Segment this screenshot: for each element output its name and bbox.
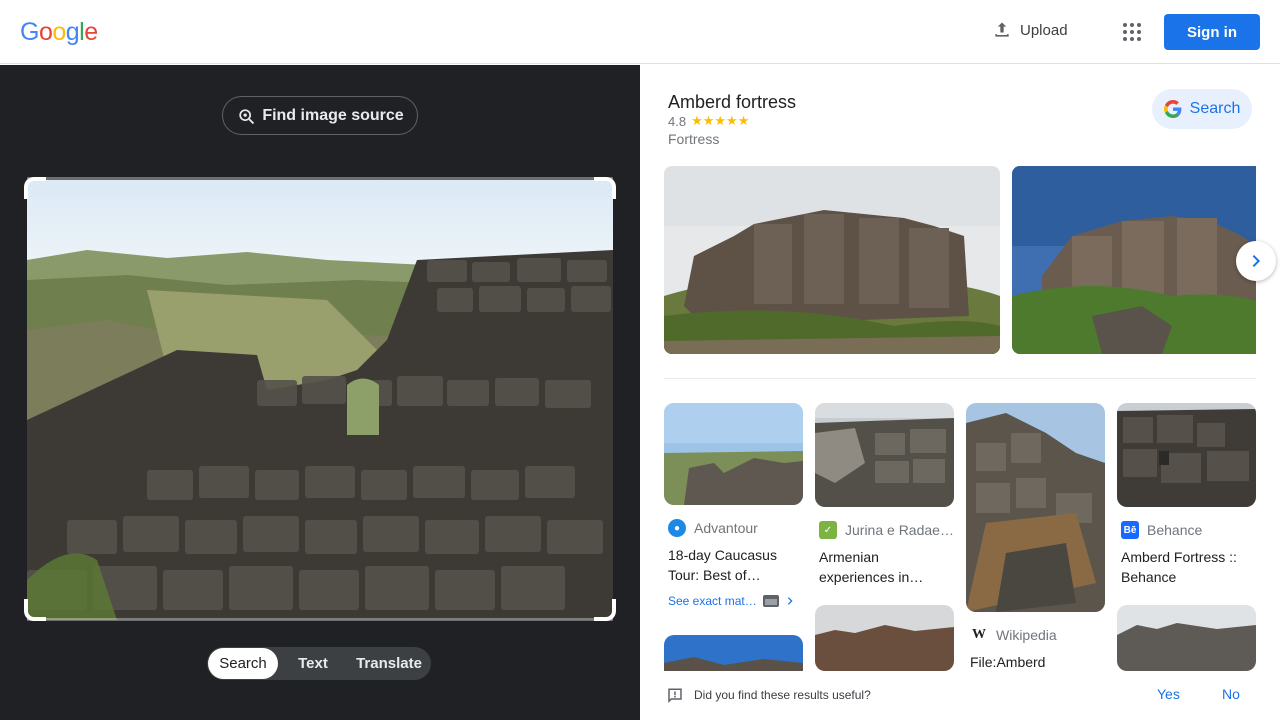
google-logo[interactable]: Google <box>20 18 98 47</box>
result-source[interactable]: ✓ Jurina e Radae… <box>819 521 954 539</box>
image-thumb-icon <box>762 595 779 607</box>
rating-value: 4.8 <box>668 113 687 129</box>
result-thumbnail[interactable] <box>1117 605 1256 671</box>
result-thumbnail[interactable] <box>815 403 954 507</box>
lens-search-icon <box>239 108 255 124</box>
result-thumbnail[interactable] <box>664 403 803 505</box>
site-favicon-icon: ✓ <box>819 521 837 539</box>
find-image-source-button[interactable]: Find image source <box>222 96 418 135</box>
behance-icon: Bē <box>1121 521 1139 539</box>
result-card[interactable]: Bē Behance Amberd Fortress :: Behance <box>1117 403 1256 587</box>
apps-grid-icon[interactable] <box>1120 20 1144 44</box>
star-rating-icon: ★★★★★ <box>691 113 750 128</box>
google-g-icon <box>1163 100 1182 118</box>
result-source-name: Behance <box>1147 522 1203 538</box>
crop-handle-bottom-left[interactable] <box>24 599 46 621</box>
see-exact-matches-label: See exact mat… <box>668 594 757 608</box>
crop-edge-bottom <box>27 618 613 621</box>
result-card[interactable]: ● Advantour 18-day Caucasus Tour: Best o… <box>664 403 803 608</box>
crop-handle-top-right[interactable] <box>594 177 616 199</box>
feedback-no-button[interactable]: No <box>1222 686 1240 702</box>
feedback-icon <box>668 688 682 704</box>
result-source-name: Jurina e Radae… <box>845 522 954 538</box>
result-card[interactable]: ✓ Jurina e Radae… Armenian experiences i… <box>815 403 954 587</box>
feedback-yes-button[interactable]: Yes <box>1157 686 1180 702</box>
carousel-next-button[interactable] <box>1236 241 1276 281</box>
uploaded-image <box>27 180 613 620</box>
crop-edge-top <box>27 177 613 180</box>
tab-search[interactable]: Search <box>208 648 278 679</box>
feedback-bar: Did you find these results useful? Yes N… <box>640 671 1280 720</box>
result-thumbnail[interactable] <box>1117 403 1256 507</box>
mode-tabs: Search Text Translate <box>207 647 431 680</box>
crop-handle-bottom-right[interactable] <box>594 599 616 621</box>
result-title[interactable]: Armenian experiences in… <box>819 547 954 587</box>
image-preview-panel: Find image source Search Text Translate <box>0 65 640 720</box>
logo-letter: e <box>84 18 98 46</box>
result-title[interactable]: 18-day Caucasus Tour: Best of… <box>668 545 803 585</box>
upload-button[interactable]: Upload <box>992 20 1068 40</box>
result-source[interactable]: ● Advantour <box>668 519 803 537</box>
result-source-name: Advantour <box>694 520 758 536</box>
result-thumbnail[interactable] <box>815 605 954 671</box>
logo-letter: o <box>52 18 66 46</box>
globe-icon: ● <box>668 519 686 537</box>
see-exact-matches-link[interactable]: See exact mat… <box>668 594 803 608</box>
result-source-name: Wikipedia <box>996 627 1057 643</box>
result-thumbnail[interactable] <box>966 403 1105 612</box>
tab-text[interactable]: Text <box>278 648 348 679</box>
google-search-label: Search <box>1189 100 1241 117</box>
entity-image-1[interactable] <box>664 166 1000 354</box>
feedback-question: Did you find these results useful? <box>694 688 871 702</box>
sign-in-button[interactable]: Sign in <box>1164 14 1260 50</box>
result-card[interactable] <box>815 605 954 671</box>
entity-image-2[interactable] <box>1012 166 1256 354</box>
logo-letter: g <box>65 18 80 46</box>
upload-icon <box>995 22 1009 37</box>
entity-title[interactable]: Amberd fortress <box>668 92 796 113</box>
chevron-right-icon <box>1252 254 1261 268</box>
upload-label: Upload <box>1020 21 1068 39</box>
result-source[interactable]: W Wikipedia <box>970 626 1105 644</box>
chevron-right-icon <box>787 597 793 605</box>
result-title[interactable]: File:Amberd <box>970 652 1105 672</box>
entity-rating: 4.8 ★★★★★ <box>668 113 749 129</box>
logo-letter: G <box>20 18 39 46</box>
google-search-button[interactable]: Search <box>1152 89 1252 129</box>
results-panel: Amberd fortress 4.8 ★★★★★ Fortress Searc… <box>640 65 1280 720</box>
result-card[interactable] <box>1117 605 1256 671</box>
section-divider <box>664 378 1256 379</box>
result-card[interactable]: W Wikipedia File:Amberd <box>966 403 1105 672</box>
result-title[interactable]: Amberd Fortress :: Behance <box>1121 547 1256 587</box>
find-image-source-label: Find image source <box>262 106 404 124</box>
top-header: Google Upload Sign in <box>0 0 1280 64</box>
wikipedia-icon: W <box>972 627 986 642</box>
crop-handle-top-left[interactable] <box>24 177 46 199</box>
entity-type: Fortress <box>668 131 720 147</box>
tab-translate[interactable]: Translate <box>348 648 430 679</box>
result-source[interactable]: Bē Behance <box>1121 521 1256 539</box>
logo-letter: o <box>38 18 53 46</box>
